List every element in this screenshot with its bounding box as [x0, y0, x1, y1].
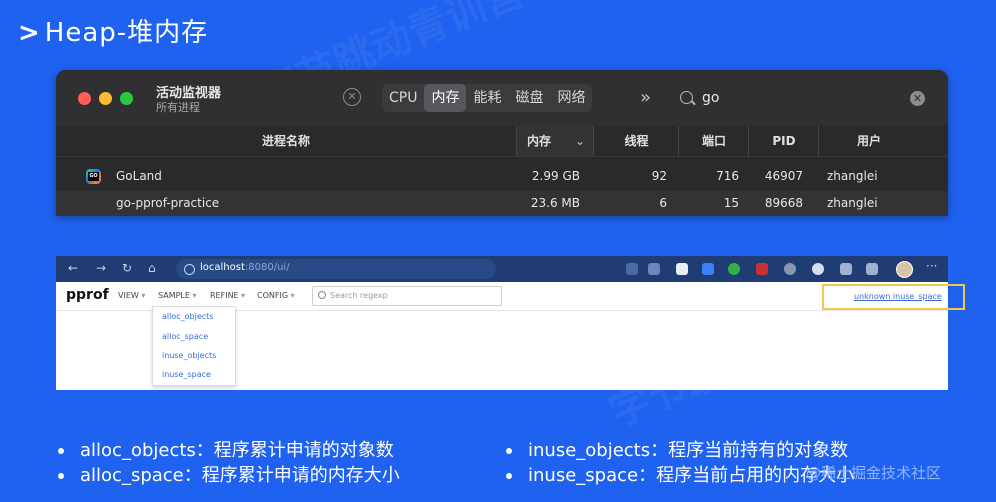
bullet-dot — [58, 448, 64, 454]
process-threads: 6 — [659, 196, 667, 210]
extension-icon[interactable] — [784, 263, 796, 275]
extension-icon[interactable] — [702, 263, 714, 275]
extension-icon[interactable] — [812, 263, 824, 275]
pprof-logo: pprof — [66, 287, 109, 303]
title-text: Heap-堆内存 — [44, 18, 209, 48]
bullet-dot — [506, 473, 512, 479]
process-threads: 92 — [651, 169, 667, 183]
bullet-item: inuse_space：程序当前占用的内存大小 — [506, 461, 854, 487]
process-memory: 2.99 GB — [531, 169, 580, 183]
bullet-text: inuse_objects：程序当前持有的对象数 — [528, 440, 849, 461]
zoom-window-button[interactable] — [120, 92, 133, 105]
bullet-text: alloc_objects：程序累计申请的对象数 — [80, 440, 394, 461]
tab-disk[interactable]: 磁盘 — [508, 84, 550, 112]
forward-icon[interactable]: → — [96, 261, 106, 275]
reload-icon[interactable]: ↻ — [122, 261, 132, 275]
url-host: localhost — [200, 262, 245, 273]
back-icon[interactable]: ← — [68, 261, 78, 275]
category-tabs: CPU 内存 能耗 磁盘 网络 — [382, 84, 593, 112]
process-pid: 89668 — [764, 196, 803, 210]
app-subtitle: 所有进程 — [156, 101, 200, 114]
favorites-icon[interactable] — [840, 263, 852, 275]
menu-view[interactable]: VIEW — [118, 291, 145, 300]
browser-toolbar: ← → ↻ ⌂ localhost:8080/ui/ ··· — [56, 256, 948, 282]
stop-process-icon[interactable]: ✕ — [343, 88, 361, 106]
site-info-icon[interactable] — [184, 264, 195, 275]
process-ports: 716 — [716, 169, 739, 183]
search-icon — [680, 91, 693, 104]
tab-network[interactable]: 网络 — [550, 84, 592, 112]
extension-icon[interactable] — [756, 263, 768, 275]
column-memory-label: 内存 — [527, 134, 552, 148]
title-arrow: > — [18, 18, 41, 48]
menu-config[interactable]: CONFIG — [257, 291, 295, 300]
activity-monitor-window: 活动监视器 所有进程 ✕ CPU 内存 能耗 磁盘 网络 » go ✕ 进程名称… — [56, 70, 948, 216]
url-path: :8080/ui/ — [244, 262, 290, 273]
process-name: go-pprof-practice — [116, 196, 220, 210]
bullet-item: inuse_objects：程序当前持有的对象数 — [506, 436, 848, 462]
address-bar[interactable]: localhost:8080/ui/ — [176, 259, 496, 279]
sample-option-alloc-space[interactable]: alloc_space — [162, 332, 208, 341]
avatar[interactable] — [896, 261, 913, 278]
sort-descending-icon: ⌄ — [574, 134, 585, 148]
tab-energy[interactable]: 能耗 — [466, 84, 508, 112]
extension-icon[interactable] — [648, 263, 660, 275]
extension-icon[interactable] — [676, 263, 688, 275]
sample-dropdown: alloc_objects alloc_space inuse_objects … — [152, 306, 236, 386]
column-pid[interactable]: PID — [748, 126, 819, 156]
process-row[interactable]: GoLand 2.99 GB 92 716 46907 zhanglei — [56, 164, 948, 189]
browser-window: ← → ↻ ⌂ localhost:8080/ui/ ··· pprof VIE… — [56, 256, 965, 390]
sample-option-alloc-objects[interactable]: alloc_objects — [162, 312, 213, 321]
column-user[interactable]: 用户 — [818, 126, 919, 156]
process-ports: 15 — [723, 196, 739, 210]
bullet-item: alloc_space：程序累计申请的内存大小 — [58, 461, 400, 487]
goland-icon — [86, 169, 101, 184]
tab-memory[interactable]: 内存 — [424, 84, 467, 112]
minimize-window-button[interactable] — [99, 92, 112, 105]
column-ports[interactable]: 端口 — [678, 126, 749, 156]
slide-title: > Heap-堆内存 — [18, 12, 208, 49]
activity-monitor-toolbar: 活动监视器 所有进程 ✕ CPU 内存 能耗 磁盘 网络 » go ✕ — [56, 70, 948, 126]
clear-search-icon[interactable]: ✕ — [910, 91, 925, 106]
search-placeholder: Search regexp — [330, 291, 388, 300]
process-user: zhanglei — [827, 169, 878, 183]
menu-sample[interactable]: SAMPLE — [158, 291, 197, 300]
column-name[interactable]: 进程名称 — [56, 126, 516, 156]
close-window-button[interactable] — [78, 92, 91, 105]
menu-refine[interactable]: REFINE — [210, 291, 245, 300]
bullet-item: alloc_objects：程序累计申请的对象数 — [58, 436, 394, 462]
collections-icon[interactable] — [866, 263, 878, 275]
bullet-dot — [58, 473, 64, 479]
read-aloud-icon[interactable] — [626, 263, 638, 275]
bullet-text: alloc_space：程序累计申请的内存大小 — [80, 465, 400, 486]
search-input[interactable]: go — [702, 90, 719, 106]
regexp-search-input[interactable]: Search regexp — [312, 286, 502, 306]
toolbar-overflow-icon[interactable]: » — [640, 87, 651, 108]
process-user: zhanglei — [827, 196, 878, 210]
process-row[interactable]: go-pprof-practice 23.6 MB 6 15 89668 zha… — [56, 191, 948, 216]
url-text: localhost:8080/ui/ — [200, 262, 290, 273]
process-name: GoLand — [116, 169, 162, 183]
bullet-dot — [506, 448, 512, 454]
sample-option-inuse-space[interactable]: inuse_space — [162, 370, 211, 379]
process-memory: 23.6 MB — [530, 196, 580, 210]
column-threads[interactable]: 线程 — [593, 126, 679, 156]
process-pid: 46907 — [764, 169, 803, 183]
watermark: @稀土掘金技术社区 — [806, 464, 942, 482]
more-options-icon[interactable]: ··· — [926, 259, 937, 273]
column-memory[interactable]: 内存 ⌄ — [516, 126, 593, 156]
search-icon — [318, 291, 326, 299]
tab-cpu[interactable]: CPU — [382, 84, 424, 112]
home-icon[interactable]: ⌂ — [148, 261, 156, 275]
highlight-box — [822, 284, 965, 310]
process-table-header: 进程名称 内存 ⌄ 线程 端口 PID 用户 — [56, 126, 948, 157]
sample-option-inuse-objects[interactable]: inuse_objects — [162, 351, 216, 360]
extension-icon[interactable] — [728, 263, 740, 275]
